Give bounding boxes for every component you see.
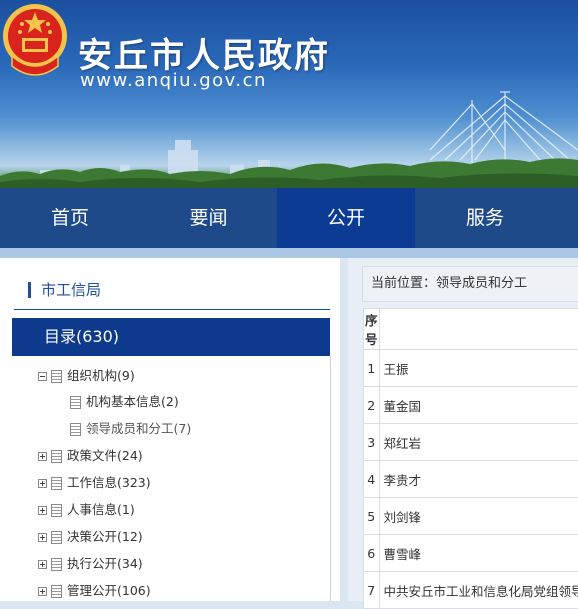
- row-number: 7: [364, 572, 380, 609]
- folder-doc-icon: [51, 450, 62, 463]
- tree-item-label: 人事信息(1): [67, 502, 135, 517]
- breadcrumb-text: 当前位置：领导成员和分工: [363, 276, 527, 291]
- sidebar-title: 市工信局: [28, 282, 101, 298]
- tree-item-org[interactable]: 组织机构(9): [38, 367, 135, 385]
- row-number: 5: [364, 498, 380, 535]
- tree-item-basic-info[interactable]: 机构基本信息(2): [70, 393, 179, 411]
- tree-item-execution[interactable]: 执行公开(34): [38, 555, 143, 573]
- nav-item-public[interactable]: 公开: [277, 188, 415, 248]
- tree-item-work-info[interactable]: 工作信息(323): [38, 474, 151, 492]
- row-number: 2: [364, 387, 380, 424]
- table-row[interactable]: 6曹雪峰: [364, 535, 578, 572]
- sidebar-divider: [14, 309, 330, 310]
- tree-item-leaders[interactable]: 领导成员和分工(7): [70, 420, 191, 438]
- nav-divider-strip: [0, 248, 578, 258]
- folder-doc-icon: [51, 585, 62, 598]
- table-row[interactable]: 7中共安丘市工业和信息化局党组领导: [364, 572, 578, 609]
- row-name-link[interactable]: 董金国: [379, 387, 578, 424]
- leaders-table: 序号 1王振 2董金国 3郑红岩 4李贵才 5刘剑锋 6曹雪峰 7中共安丘市工业…: [363, 308, 578, 609]
- site-url: www.anqiu.gov.cn: [80, 70, 267, 91]
- tree-item-label: 管理公开(106): [67, 583, 151, 598]
- folder-doc-icon: [51, 558, 62, 571]
- row-number: 1: [364, 350, 380, 387]
- row-name-link[interactable]: 中共安丘市工业和信息化局党组领导: [379, 572, 578, 609]
- row-name-link[interactable]: 王振: [379, 350, 578, 387]
- expand-toggle-icon[interactable]: [38, 479, 47, 488]
- main-nav: 首页 要闻 公开 服务: [0, 188, 578, 248]
- tree-item-label: 工作信息(323): [67, 475, 151, 490]
- table-row[interactable]: 4李贵才: [364, 461, 578, 498]
- row-number: 3: [364, 424, 380, 461]
- collapse-toggle-icon[interactable]: [38, 372, 47, 381]
- folder-doc-icon: [51, 504, 62, 517]
- national-emblem-icon: [0, 0, 70, 78]
- folder-doc-icon: [51, 370, 62, 383]
- tree-item-label: 领导成员和分工(7): [86, 421, 191, 436]
- table-row[interactable]: 2董金国: [364, 387, 578, 424]
- header-banner: 安丘市人民政府 www.anqiu.gov.cn: [0, 0, 578, 188]
- tree-item-label: 机构基本信息(2): [86, 394, 179, 409]
- tree-border: [330, 356, 331, 601]
- row-name-link[interactable]: 李贵才: [379, 461, 578, 498]
- folder-doc-icon: [51, 477, 62, 490]
- tree-item-label: 组织机构(9): [67, 368, 135, 383]
- doc-icon: [70, 423, 81, 436]
- row-name-link[interactable]: 郑红岩: [379, 424, 578, 461]
- table-row[interactable]: 1王振: [364, 350, 578, 387]
- nav-item-home[interactable]: 首页: [0, 188, 140, 248]
- table-row[interactable]: 5刘剑锋: [364, 498, 578, 535]
- nav-item-service[interactable]: 服务: [415, 188, 555, 248]
- row-name-link[interactable]: 曹雪峰: [379, 535, 578, 572]
- folder-doc-icon: [51, 531, 62, 544]
- breadcrumb: 当前位置：领导成员和分工: [362, 266, 578, 302]
- tree-item-personnel[interactable]: 人事信息(1): [38, 501, 135, 519]
- doc-icon: [70, 396, 81, 409]
- table-row[interactable]: 3郑红岩: [364, 424, 578, 461]
- row-number: 6: [364, 535, 380, 572]
- tree-item-decision[interactable]: 决策公开(12): [38, 528, 143, 546]
- tree-item-label: 执行公开(34): [67, 556, 143, 571]
- row-name-link[interactable]: 刘剑锋: [379, 498, 578, 535]
- tree-item-policy[interactable]: 政策文件(24): [38, 447, 143, 465]
- expand-toggle-icon[interactable]: [38, 587, 47, 596]
- table-header-row: 序号: [364, 309, 578, 350]
- expand-toggle-icon[interactable]: [38, 452, 47, 461]
- tree-item-label: 政策文件(24): [67, 448, 143, 463]
- row-number: 4: [364, 461, 380, 498]
- directory-header[interactable]: 目录(630): [12, 318, 330, 356]
- column-header-no: 序号: [364, 309, 380, 350]
- tree-item-label: 决策公开(12): [67, 529, 143, 544]
- tree-item-management[interactable]: 管理公开(106): [38, 582, 151, 600]
- expand-toggle-icon[interactable]: [38, 533, 47, 542]
- directory-label: 目录(630): [12, 327, 119, 346]
- nav-item-news[interactable]: 要闻: [140, 188, 277, 248]
- column-header-name: [379, 309, 578, 350]
- expand-toggle-icon[interactable]: [38, 560, 47, 569]
- expand-toggle-icon[interactable]: [38, 506, 47, 515]
